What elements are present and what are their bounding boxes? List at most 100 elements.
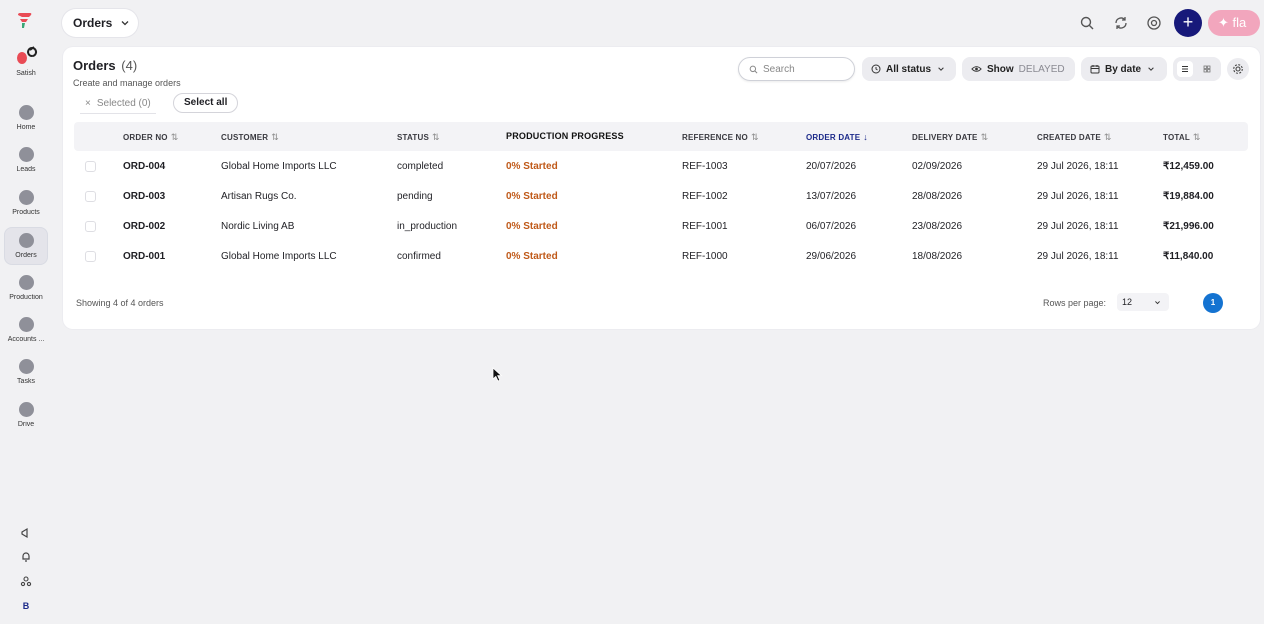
- sidebar-item-accounts[interactable]: Accounts ...: [4, 312, 48, 350]
- sort-icon: ⇅: [1192, 132, 1201, 142]
- production-progress: 0% Started: [506, 191, 558, 202]
- customer: Artisan Rugs Co.: [221, 191, 297, 202]
- status: confirmed: [397, 251, 441, 262]
- col-order-date[interactable]: ORDER DATE ↓: [806, 132, 868, 142]
- production-icon: [18, 275, 34, 290]
- section-dropdown[interactable]: Orders: [62, 9, 138, 37]
- sidebar-item-tasks[interactable]: Tasks: [4, 354, 48, 392]
- sidebar-item-products[interactable]: Products: [4, 185, 48, 223]
- sidebar-item-label: Drive: [17, 421, 35, 428]
- sort-icon: ⇅: [980, 132, 989, 142]
- col-status[interactable]: STATUS ⇅: [397, 132, 440, 143]
- orders-icon: [18, 233, 34, 248]
- sidebar-item-drive[interactable]: Drive: [4, 397, 48, 435]
- col-label: STATUS: [397, 133, 430, 142]
- order-count: (4): [121, 58, 138, 73]
- col-reference-no[interactable]: REFERENCE NO ⇅: [682, 132, 759, 143]
- col-label: CUSTOMER: [221, 133, 269, 142]
- row-checkbox[interactable]: [85, 191, 96, 202]
- calendar-icon: [1090, 65, 1100, 74]
- col-label: ORDER DATE: [806, 133, 861, 142]
- assistant-button[interactable]: ✦ fla: [1208, 10, 1260, 36]
- customer: Global Home Imports LLC: [221, 251, 337, 262]
- search-icon[interactable]: [1079, 15, 1095, 31]
- col-label: TOTAL: [1163, 133, 1190, 142]
- bell-icon[interactable]: [16, 551, 36, 567]
- order-date: 06/07/2026: [806, 221, 857, 232]
- select-all-button[interactable]: Select all: [173, 93, 239, 113]
- products-icon: [18, 190, 34, 205]
- show-delayed-toggle[interactable]: Show DELAYED: [962, 57, 1075, 81]
- table-row[interactable]: ORD-002 Nordic Living AB in_production 0…: [74, 212, 1248, 242]
- sidebar-item-leads[interactable]: Leads: [4, 142, 48, 180]
- order-no[interactable]: ORD-004: [123, 161, 165, 172]
- list-view-icon[interactable]: [1177, 61, 1193, 77]
- grid-view-icon[interactable]: [1199, 61, 1215, 77]
- table-row[interactable]: ORD-003 Artisan Rugs Co. pending 0% Star…: [74, 182, 1248, 212]
- orders-card: Orders (4) Create and manage orders All …: [63, 47, 1260, 329]
- search-input[interactable]: [763, 63, 843, 75]
- sidebar-item-label: Products: [12, 209, 40, 216]
- megaphone-icon[interactable]: [16, 527, 36, 543]
- sort-dropdown[interactable]: By date: [1081, 57, 1167, 81]
- drive-icon: [18, 402, 34, 417]
- user-avatar-icon[interactable]: [14, 44, 38, 68]
- col-order-no[interactable]: ORDER NO ⇅: [123, 132, 178, 143]
- search-box[interactable]: [738, 57, 855, 81]
- workspace-badge[interactable]: B: [16, 601, 36, 617]
- col-label: REFERENCE NO: [682, 133, 748, 142]
- rows-per-page-select[interactable]: 12: [1117, 293, 1169, 311]
- sidebar-item-home[interactable]: Home: [4, 100, 48, 138]
- accounts-icon: [18, 317, 34, 332]
- delivery-date: 28/08/2026: [912, 191, 963, 202]
- status-filter-dropdown[interactable]: All status: [862, 57, 956, 81]
- mouse-cursor-icon: [492, 367, 503, 382]
- selected-count-chip[interactable]: × Selected (0): [80, 94, 156, 114]
- sidebar-item-production[interactable]: Production: [4, 270, 48, 308]
- col-delivery-date[interactable]: DELIVERY DATE ⇅: [912, 132, 988, 143]
- sort-label: By date: [1105, 63, 1142, 75]
- table-row[interactable]: ORD-001 Global Home Imports LLC confirme…: [74, 242, 1248, 272]
- col-total[interactable]: TOTAL ⇅: [1163, 132, 1201, 143]
- sidebar-item-orders[interactable]: Orders: [4, 227, 48, 265]
- selected-count-label: Selected (0): [96, 98, 151, 109]
- status-filter-label: All status: [886, 63, 932, 75]
- sort-icon: ⇅: [1103, 132, 1112, 142]
- help-icon[interactable]: [1146, 15, 1162, 31]
- order-no[interactable]: ORD-003: [123, 191, 165, 202]
- team-icon[interactable]: [16, 575, 36, 591]
- chevron-down-icon: [121, 21, 129, 26]
- delivery-date: 18/08/2026: [912, 251, 963, 262]
- col-customer[interactable]: CUSTOMER ⇅: [221, 132, 279, 143]
- create-button[interactable]: +: [1174, 9, 1202, 37]
- gear-icon: [1233, 64, 1243, 74]
- page-button-current[interactable]: 1: [1203, 293, 1223, 313]
- order-no[interactable]: ORD-001: [123, 251, 165, 262]
- order-date: 29/06/2026: [806, 251, 857, 262]
- table-header: ORDER NO ⇅ CUSTOMER ⇅ STATUS ⇅ PRODUCTION P…: [74, 122, 1248, 151]
- chevron-down-icon: [1155, 301, 1160, 305]
- row-checkbox[interactable]: [85, 221, 96, 232]
- refresh-icon[interactable]: [1113, 15, 1129, 31]
- settings-button[interactable]: [1227, 58, 1249, 80]
- app-logo-icon[interactable]: [15, 10, 35, 30]
- sidebar: Satish Home Leads Products Orders Produc…: [0, 0, 52, 624]
- sidebar-item-label: Tasks: [17, 378, 35, 385]
- created-date: 29 Jul 2026, 18:11: [1037, 251, 1119, 262]
- sidebar-item-label: Home: [16, 124, 36, 131]
- close-icon: ×: [85, 98, 91, 109]
- row-checkbox[interactable]: [85, 251, 96, 262]
- show-label: Show: [987, 63, 1014, 75]
- col-label: ORDER NO: [123, 133, 168, 142]
- row-checkbox[interactable]: [85, 161, 96, 172]
- status: completed: [397, 161, 444, 172]
- table-row[interactable]: ORD-004 Global Home Imports LLC complete…: [74, 152, 1248, 182]
- total: ₹19,884.00: [1163, 191, 1214, 202]
- order-date: 20/07/2026: [806, 161, 857, 172]
- rows-per-page-value: 12: [1122, 297, 1133, 307]
- order-date: 13/07/2026: [806, 191, 857, 202]
- user-name: Satish: [16, 70, 36, 77]
- delivery-date: 02/09/2026: [912, 161, 963, 172]
- order-no[interactable]: ORD-002: [123, 221, 165, 232]
- col-created-date[interactable]: CREATED DATE ⇅: [1037, 132, 1112, 143]
